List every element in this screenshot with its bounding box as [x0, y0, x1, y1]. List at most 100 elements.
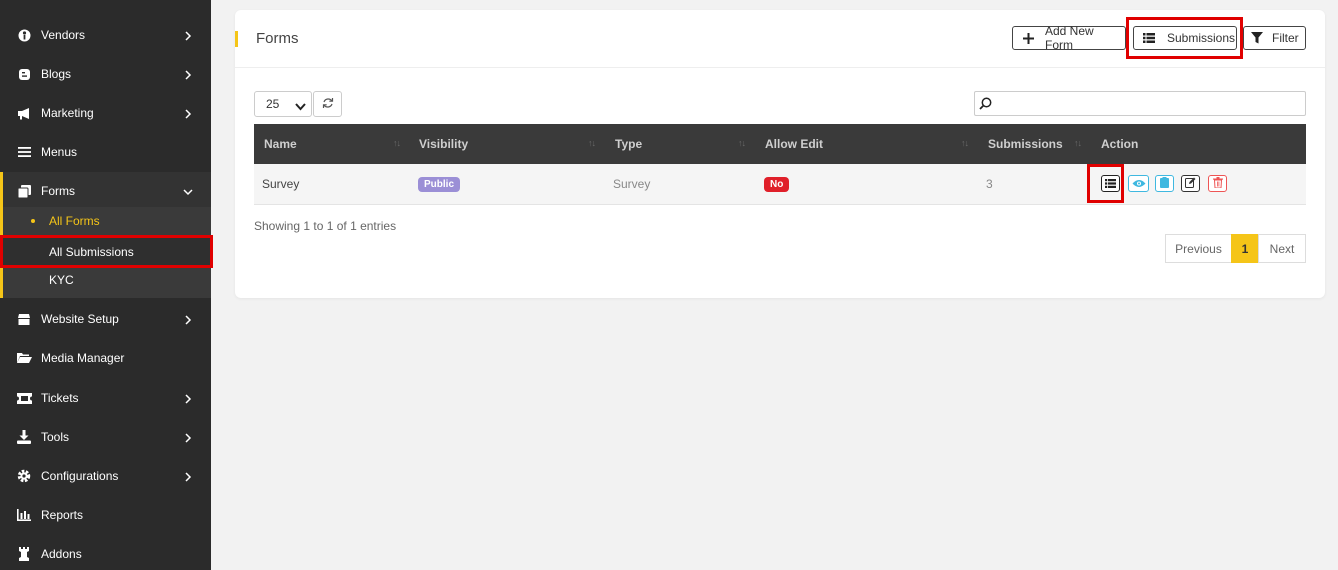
- submenu-item-label: All Forms: [49, 214, 100, 228]
- sidebar-item-label: Menus: [41, 145, 78, 159]
- forms-submenu: All Forms All Submissions KYC: [0, 207, 214, 298]
- blog-icon: [16, 66, 32, 82]
- table-row: Survey Public Survey No 3: [254, 164, 1306, 205]
- submissions-count: 3: [986, 177, 993, 191]
- submenu-item-kyc[interactable]: KYC: [3, 266, 214, 294]
- previous-label: Previous: [1175, 241, 1222, 256]
- column-label: Action: [1101, 137, 1139, 151]
- sidebar-item-tools[interactable]: Tools: [0, 418, 211, 456]
- next-page-button[interactable]: Next: [1258, 234, 1306, 263]
- sidebar-item-vendors[interactable]: Vendors: [0, 16, 211, 54]
- page-length-select[interactable]: 25: [254, 91, 312, 117]
- sidebar-item-label: Marketing: [41, 106, 94, 120]
- cell-name: Survey: [262, 164, 299, 204]
- table-header: Name ↑↓ Visibility ↑↓ Type ↑↓ Allow Edit…: [254, 124, 1306, 164]
- view-button[interactable]: [1128, 175, 1149, 192]
- column-header-type[interactable]: Type: [615, 124, 642, 164]
- sort-icon: ↑↓: [961, 138, 969, 148]
- chevron-right-icon: [183, 471, 193, 482]
- column-header-name[interactable]: Name: [264, 124, 297, 164]
- sidebar-item-label: Configurations: [41, 469, 119, 483]
- column-header-visibility[interactable]: Visibility: [419, 124, 468, 164]
- next-label: Next: [1269, 241, 1295, 256]
- bar-chart-icon: [16, 507, 32, 523]
- column-header-allow-edit[interactable]: Allow Edit: [765, 124, 823, 164]
- allow-edit-badge: No: [764, 176, 790, 192]
- sort-icon: ↑↓: [393, 138, 401, 148]
- highlight-box: [1087, 164, 1124, 203]
- visibility-badge: Public: [418, 176, 461, 192]
- sidebar-item-tickets[interactable]: Tickets: [0, 379, 211, 417]
- sort-icon: ↑↓: [1074, 138, 1082, 148]
- chevron-right-icon: [183, 69, 193, 80]
- forms-icon: [16, 183, 32, 199]
- sidebar-item-media-manager[interactable]: Media Manager: [0, 339, 211, 377]
- column-label: Name: [264, 137, 297, 151]
- refresh-button[interactable]: [313, 91, 342, 117]
- chess-rook-icon: [16, 546, 32, 562]
- form-type: Survey: [613, 177, 651, 191]
- website-setup-icon: [16, 311, 32, 327]
- trash-icon: [1212, 176, 1223, 191]
- chevron-right-icon: [183, 30, 193, 41]
- ticket-icon: [16, 390, 32, 406]
- sort-icon: ↑↓: [588, 138, 596, 148]
- column-label: Allow Edit: [765, 137, 823, 151]
- sidebar-item-label: Reports: [41, 508, 84, 522]
- folder-icon: [16, 350, 32, 366]
- chevron-down-icon: [295, 100, 306, 114]
- cell-submissions: 3: [986, 164, 993, 204]
- submenu-item-all-submissions[interactable]: All Submissions: [0, 235, 213, 268]
- edit-button[interactable]: [1181, 175, 1200, 192]
- megaphone-icon: [16, 105, 32, 121]
- sidebar-item-label: Blogs: [41, 67, 72, 81]
- cell-type: Survey: [613, 164, 650, 204]
- sidebar-item-label: Vendors: [41, 28, 86, 42]
- sidebar-item-reports[interactable]: Reports: [0, 496, 211, 534]
- plus-icon: [1022, 32, 1034, 44]
- page-title: Forms: [256, 30, 299, 47]
- filter-icon: [1251, 32, 1263, 44]
- vendor-icon: [16, 27, 32, 43]
- sidebar-item-configurations[interactable]: Configurations: [0, 457, 211, 495]
- table-info: Showing 1 to 1 of 1 entries: [254, 219, 397, 233]
- column-label: Type: [615, 137, 643, 151]
- gear-icon: [16, 468, 32, 484]
- sidebar-item-menus[interactable]: Menus: [0, 133, 211, 171]
- previous-page-button[interactable]: Previous: [1165, 234, 1232, 263]
- form-name: Survey: [262, 177, 300, 191]
- download-icon: [16, 429, 32, 445]
- forms-card: Forms Add New Form Submissions Filter 25…: [235, 10, 1325, 298]
- sidebar-item-forms[interactable]: Forms: [0, 172, 211, 210]
- page-1-button[interactable]: 1: [1231, 234, 1259, 263]
- sidebar-item-website-setup[interactable]: Website Setup: [0, 300, 211, 338]
- filter-label: Filter: [1272, 31, 1299, 45]
- search-box[interactable]: [974, 91, 1306, 116]
- sidebar-item-addons[interactable]: Addons: [0, 535, 211, 570]
- search-icon: [979, 97, 992, 113]
- clipboard-icon: [1160, 176, 1169, 191]
- page-length-value: 25: [266, 97, 280, 111]
- copy-button[interactable]: [1155, 175, 1174, 192]
- sidebar-item-blogs[interactable]: Blogs: [0, 55, 211, 93]
- chevron-right-icon: [183, 108, 193, 119]
- sidebar-item-label: Tools: [41, 430, 70, 444]
- page-number: 1: [1241, 241, 1249, 256]
- edit-icon: [1185, 177, 1196, 191]
- add-new-form-button[interactable]: Add New Form: [1012, 24, 1126, 52]
- submenu-item-label: All Submissions: [49, 244, 134, 259]
- filter-button[interactable]: Filter: [1243, 26, 1306, 50]
- submenu-item-all-forms[interactable]: All Forms: [3, 207, 214, 235]
- title-accent-bar: [235, 31, 238, 47]
- delete-button[interactable]: [1208, 175, 1227, 192]
- sidebar-item-marketing[interactable]: Marketing: [0, 94, 211, 132]
- column-header-submissions[interactable]: Submissions: [988, 124, 1063, 164]
- column-header-action: Action: [1101, 124, 1138, 164]
- sort-icon: ↑↓: [738, 138, 746, 148]
- sidebar: Vendors Blogs Marketing Menus Forms All …: [0, 0, 214, 570]
- search-input[interactable]: [997, 94, 1297, 113]
- sidebar-item-label: Tickets: [41, 391, 79, 405]
- card-header: Forms Add New Form Submissions Filter: [235, 10, 1325, 68]
- sidebar-item-label: Media Manager: [41, 351, 125, 365]
- submenu-item-label: KYC: [49, 273, 74, 287]
